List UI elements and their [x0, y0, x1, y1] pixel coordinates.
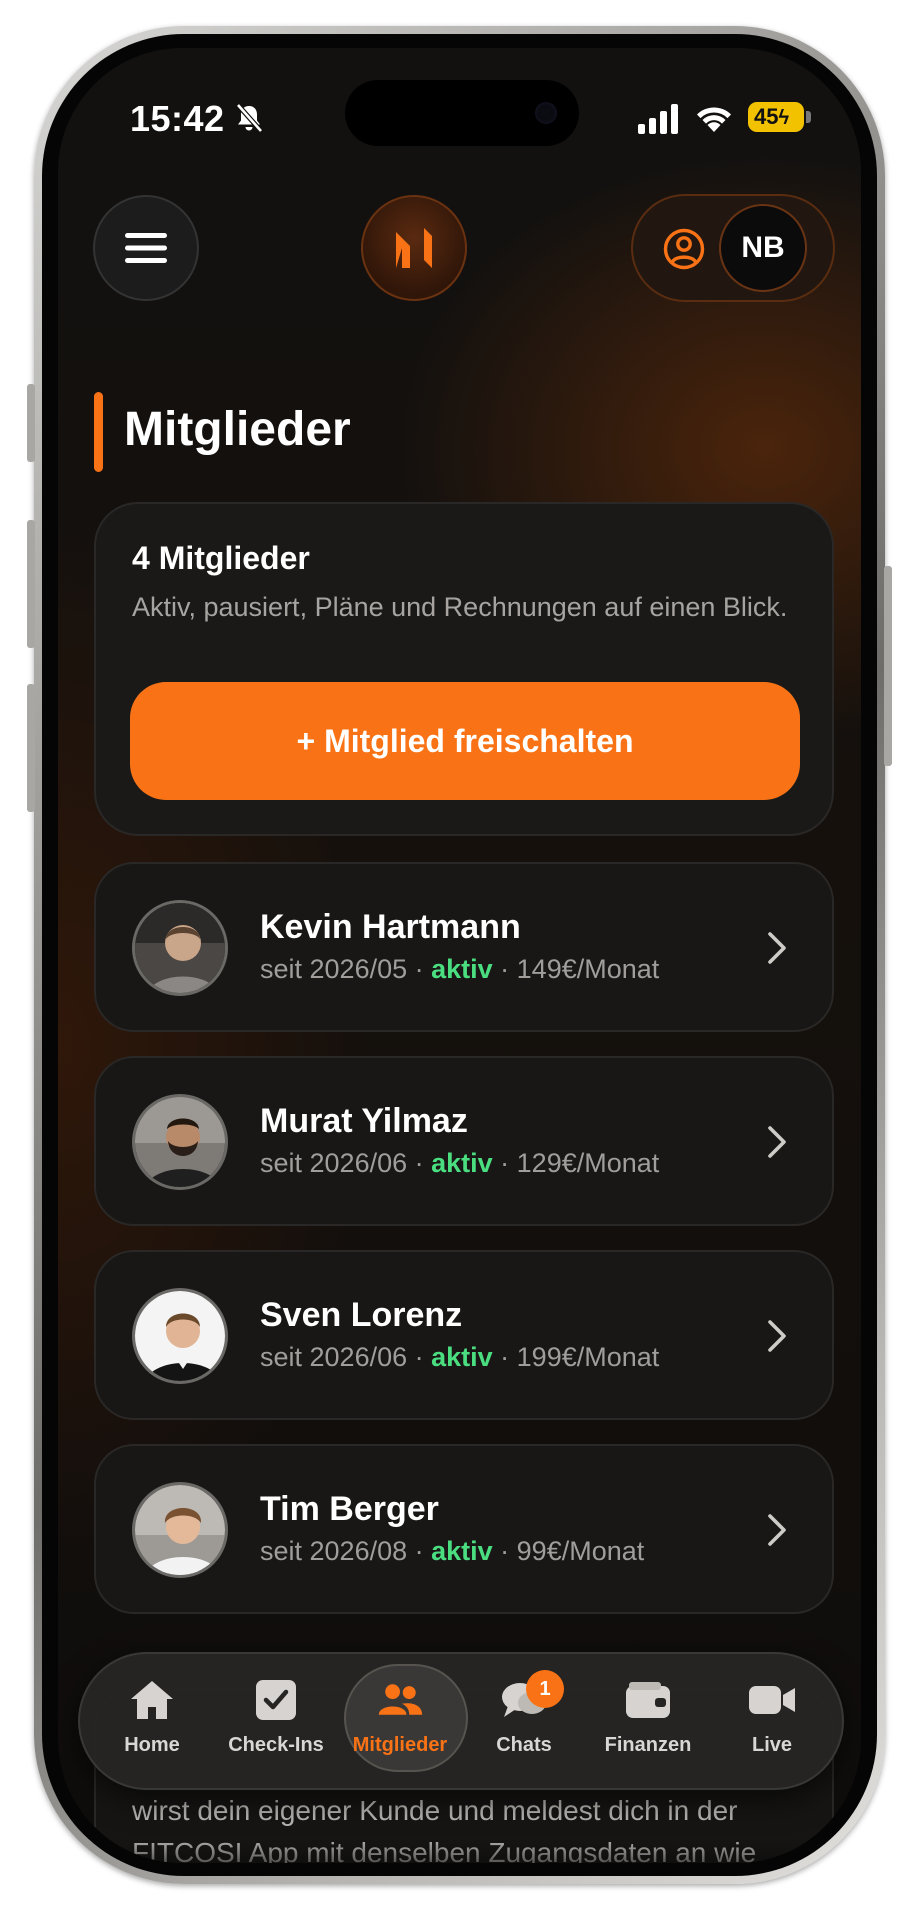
- wifi-icon: [697, 107, 731, 132]
- unread-badge: 1: [526, 1670, 564, 1708]
- avatar: [132, 1482, 228, 1578]
- member-name: Tim Berger: [260, 1490, 439, 1528]
- chevron-right-icon: [768, 1514, 786, 1546]
- member-name: Sven Lorenz: [260, 1296, 463, 1334]
- battery-charging-icon: 45ϟ: [748, 102, 804, 132]
- tab-finanzen[interactable]: Finanzen: [586, 1654, 710, 1792]
- tab-chats[interactable]: 1 Chats: [462, 1654, 586, 1792]
- battery-tip: [806, 111, 811, 123]
- cellular-signal-icon: [638, 104, 678, 134]
- user-avatar-initials[interactable]: NB: [719, 204, 807, 292]
- action-button: [27, 384, 35, 462]
- tab-label: Home: [124, 1734, 180, 1756]
- logo-button[interactable]: [361, 195, 467, 301]
- member-since: seit 2026/06 ·: [260, 1342, 432, 1372]
- member-status: aktiv: [431, 954, 493, 984]
- page-title: Mitglieder: [124, 403, 351, 456]
- wallet-icon: [626, 1682, 670, 1718]
- avatar: [132, 900, 228, 996]
- member-row[interactable]: Kevin Hartmann seit 2026/05 · aktiv · 14…: [94, 862, 834, 1032]
- user-circle-icon[interactable]: [663, 228, 705, 270]
- home-icon: [131, 1681, 173, 1719]
- bell-slash-icon: [236, 103, 263, 133]
- front-camera: [535, 102, 557, 124]
- volume-down-button: [27, 684, 35, 812]
- member-status: aktiv: [431, 1536, 493, 1566]
- member-row[interactable]: Murat Yilmaz seit 2026/06 · aktiv · 129€…: [94, 1056, 834, 1226]
- chevron-right-icon: [768, 1320, 786, 1352]
- member-price: · 129€/Monat: [492, 1148, 660, 1178]
- account-switcher[interactable]: NB: [631, 194, 835, 302]
- member-meta: seit 2026/08 · aktiv · 99€/Monat: [260, 1536, 644, 1567]
- avatar: [132, 1288, 228, 1384]
- status-time: 15:42: [130, 98, 225, 139]
- member-status: aktiv: [431, 1148, 493, 1178]
- volume-up-button: [27, 520, 35, 648]
- member-count: 4 Mitglieder: [132, 540, 310, 576]
- member-meta: seit 2026/06 · aktiv · 199€/Monat: [260, 1342, 659, 1373]
- chevron-right-icon: [768, 1126, 786, 1158]
- app-logo-icon: [396, 228, 432, 268]
- tab-label: Mitglieder: [352, 1734, 448, 1756]
- users-icon: [378, 1684, 423, 1715]
- member-price: · 149€/Monat: [492, 954, 660, 984]
- checkbox-icon: [256, 1680, 296, 1720]
- menu-button[interactable]: [93, 195, 199, 301]
- tab-mitglieder[interactable]: Mitglieder: [338, 1654, 462, 1792]
- tab-label: Check-Ins: [228, 1734, 324, 1756]
- member-price: · 199€/Monat: [492, 1342, 660, 1372]
- bottom-fade: [58, 1838, 861, 1863]
- member-meta: seit 2026/06 · aktiv · 129€/Monat: [260, 1148, 659, 1179]
- battery-level: 45: [754, 104, 779, 129]
- tab-label: Finanzen: [604, 1734, 692, 1756]
- tab-live[interactable]: Live: [710, 1654, 834, 1792]
- avatar: [132, 1094, 228, 1190]
- summary-description: Aktiv, pausiert, Pläne und Rechnungen au…: [132, 592, 788, 622]
- title-accent-bar: [94, 392, 103, 472]
- tab-label: Live: [751, 1734, 793, 1756]
- member-since: seit 2026/08 ·: [260, 1536, 432, 1566]
- dynamic-island: [345, 80, 579, 146]
- video-camera-icon: [749, 1686, 795, 1714]
- app-screen: 15:42 45ϟ NB Mitglieder 4 Mitglieder Akt…: [58, 48, 861, 1863]
- member-name: Murat Yilmaz: [260, 1102, 468, 1140]
- members-summary-card: 4 Mitglieder Aktiv, pausiert, Pläne und …: [94, 502, 834, 836]
- hamburger-menu-icon: [125, 233, 167, 263]
- member-name: Kevin Hartmann: [260, 908, 521, 946]
- member-since: seit 2026/06 ·: [260, 1148, 432, 1178]
- tab-home[interactable]: Home: [90, 1654, 214, 1792]
- bottom-tab-bar: Home Check-Ins Mitglieder 1 Chats Finanz…: [78, 1652, 844, 1790]
- member-price: · 99€/Monat: [492, 1536, 645, 1566]
- tab-check-ins[interactable]: Check-Ins: [214, 1654, 338, 1792]
- member-since: seit 2026/05 ·: [260, 954, 432, 984]
- tab-label: Chats: [496, 1734, 552, 1756]
- member-meta: seit 2026/05 · aktiv · 149€/Monat: [260, 954, 659, 985]
- member-row[interactable]: Sven Lorenz seit 2026/06 · aktiv · 199€/…: [94, 1250, 834, 1420]
- add-member-button[interactable]: + Mitglied freischalten: [130, 682, 800, 800]
- member-status: aktiv: [431, 1342, 493, 1372]
- power-button: [884, 566, 892, 766]
- chevron-right-icon: [768, 932, 786, 964]
- member-row[interactable]: Tim Berger seit 2026/08 · aktiv · 99€/Mo…: [94, 1444, 834, 1614]
